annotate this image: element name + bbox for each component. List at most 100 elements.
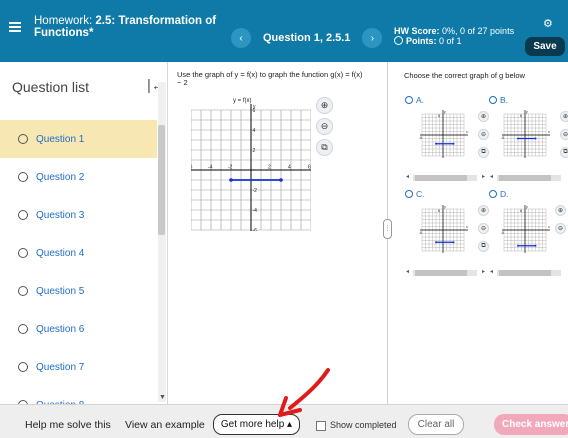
x-tick-label: -6 [501, 231, 504, 235]
scroll-right-icon[interactable]: ▸ [482, 268, 485, 275]
segment-endpoint [435, 142, 437, 145]
zoom-out-icon[interactable]: ⊖ [478, 223, 489, 234]
y-tick-label: 6 [438, 114, 440, 118]
zoom-in-icon[interactable]: ⊕ [478, 205, 489, 216]
option-a-scrollbar[interactable]: ◂ ▸ [406, 174, 485, 181]
x-axis-label: x [466, 130, 468, 134]
segment-endpoint [534, 137, 537, 140]
scroll-left-icon[interactable]: ◂ [490, 268, 493, 275]
x-tick-label: -6 [419, 231, 422, 235]
segment-endpoint [435, 241, 437, 244]
y-axis-label: y [444, 110, 446, 114]
zoom-in-icon[interactable]: ⊕ [478, 111, 489, 122]
view-example-link[interactable]: View an example [125, 419, 205, 431]
sidebar-scrollbar-thumb[interactable] [158, 125, 165, 235]
scroll-left-icon[interactable]: ◂ [490, 173, 493, 180]
option-d-scrollbar[interactable]: ◂ [490, 269, 561, 276]
next-question-button[interactable]: › [362, 28, 383, 48]
question-list-item[interactable]: Question 6 [0, 310, 157, 348]
clear-all-button[interactable]: Clear all [408, 414, 464, 435]
menu-icon[interactable] [9, 22, 21, 34]
option-c-graph: y x 6 -6 [419, 205, 468, 253]
x-axis-label: x [548, 225, 550, 229]
x-axis-label: x [466, 225, 468, 229]
top-bar: Homework: 2.5: Transformation of Functio… [0, 0, 568, 62]
zoom-in-icon[interactable]: ⊕ [560, 111, 568, 122]
question-list-item[interactable]: Question 5 [0, 272, 157, 310]
segment-endpoint [534, 244, 537, 247]
zoom-out-icon[interactable]: ⊖ [316, 118, 333, 135]
option-a-radio[interactable]: A. [405, 95, 424, 105]
y-axis-label: y [526, 110, 528, 114]
x-axis-label: x [548, 130, 550, 134]
popout-icon[interactable]: ⧉ [478, 147, 489, 158]
segment-endpoint [279, 178, 283, 182]
zoom-in-icon[interactable]: ⊕ [316, 97, 333, 114]
x-tick-label: -6 [501, 136, 504, 140]
question-number: Question 1, 2.5.1 [263, 32, 351, 44]
question-list-item[interactable]: Question 2 [0, 158, 157, 196]
question-prompt: Use the graph of y = f(x) to graph the f… [177, 70, 363, 87]
annotation-arrow-icon [278, 368, 330, 417]
option-d-graph: y x 6 -6 [501, 205, 550, 253]
zoom-in-icon[interactable]: ⊕ [555, 205, 566, 216]
question-navigator: ‹ Question 1, 2.5.1 › [231, 28, 383, 48]
question-status-circle-icon [18, 286, 28, 296]
y-tick-label: -4 [253, 208, 258, 214]
x-tick-label: 4 [288, 165, 291, 171]
graph-function-label: y = f(x) [233, 98, 252, 104]
option-b-radio[interactable]: B. [489, 95, 508, 105]
x-tick-label: 2 [268, 165, 271, 171]
scroll-left-icon[interactable]: ◂ [406, 268, 409, 275]
question-status-circle-icon [18, 324, 28, 334]
x-tick-label: -2 [228, 165, 233, 171]
scroll-right-icon[interactable]: ▸ [482, 173, 485, 180]
option-d-radio[interactable]: D. [489, 189, 509, 199]
question-list-item[interactable]: Question 1 [0, 120, 157, 158]
homework-title: Homework: 2.5: Transformation of Functio… [34, 15, 217, 39]
x-tick-label: -4 [208, 165, 213, 171]
y-tick-label: 6 [520, 114, 522, 118]
panel-resize-handle[interactable]: ⋮ [383, 219, 392, 239]
zoom-out-icon[interactable]: ⊖ [555, 223, 566, 234]
prev-question-button[interactable]: ‹ [231, 28, 251, 48]
y-tick-label: -6 [253, 228, 258, 231]
score-summary: HW Score: 0%, 0 of 27 points Points: 0 o… [394, 26, 515, 46]
y-axis-label: y [526, 205, 528, 209]
zoom-out-icon[interactable]: ⊖ [560, 129, 568, 140]
question-list-item[interactable]: Question 3 [0, 196, 157, 234]
popout-icon[interactable]: ⧉ [560, 147, 568, 158]
x-tick-label: -6 [419, 136, 422, 140]
function-graph: y = f(x)yx642-2-4-6-6-4-2246 [191, 98, 311, 231]
popout-icon[interactable]: ⧉ [478, 241, 489, 252]
gear-icon[interactable]: ⚙ [543, 17, 553, 30]
question-status-circle-icon [18, 210, 28, 220]
check-answer-button[interactable]: Check answer [494, 414, 568, 435]
question-status-circle-icon [18, 248, 28, 258]
popout-icon[interactable]: ⧉ [316, 139, 333, 156]
x-tick-label: -6 [191, 165, 193, 171]
segment-endpoint [452, 142, 455, 145]
question-status-circle-icon [18, 134, 28, 144]
save-button[interactable]: Save [525, 37, 565, 56]
y-tick-label: 6 [438, 209, 440, 213]
y-tick-label: 2 [253, 148, 256, 154]
option-c-scrollbar[interactable]: ◂ ▸ [406, 269, 485, 276]
option-b-graph: y x 6 -6 [501, 110, 550, 158]
option-a-graph: y x 6 -6 [419, 110, 468, 158]
points-circle-icon [394, 36, 403, 45]
question-list-title: Question list [12, 79, 90, 95]
help-me-solve-link[interactable]: Help me solve this [25, 419, 111, 431]
scroll-left-icon[interactable]: ◂ [406, 173, 409, 180]
y-tick-label: -2 [253, 188, 258, 194]
question-list-item[interactable]: Question 4 [0, 234, 157, 272]
y-axis-label: y [444, 205, 446, 209]
x-tick-label: 6 [308, 165, 311, 171]
y-tick-label: 6 [253, 108, 256, 114]
question-list-item[interactable]: Question 7 [0, 348, 157, 386]
zoom-out-icon[interactable]: ⊖ [478, 129, 489, 140]
option-c-radio[interactable]: C. [405, 189, 425, 199]
option-b-scrollbar[interactable]: ◂ [490, 174, 561, 181]
question-list-panel: Question list |← Question 1 Question 2 Que… [0, 62, 168, 411]
scroll-down-arrow-icon[interactable]: ▼ [159, 394, 166, 401]
